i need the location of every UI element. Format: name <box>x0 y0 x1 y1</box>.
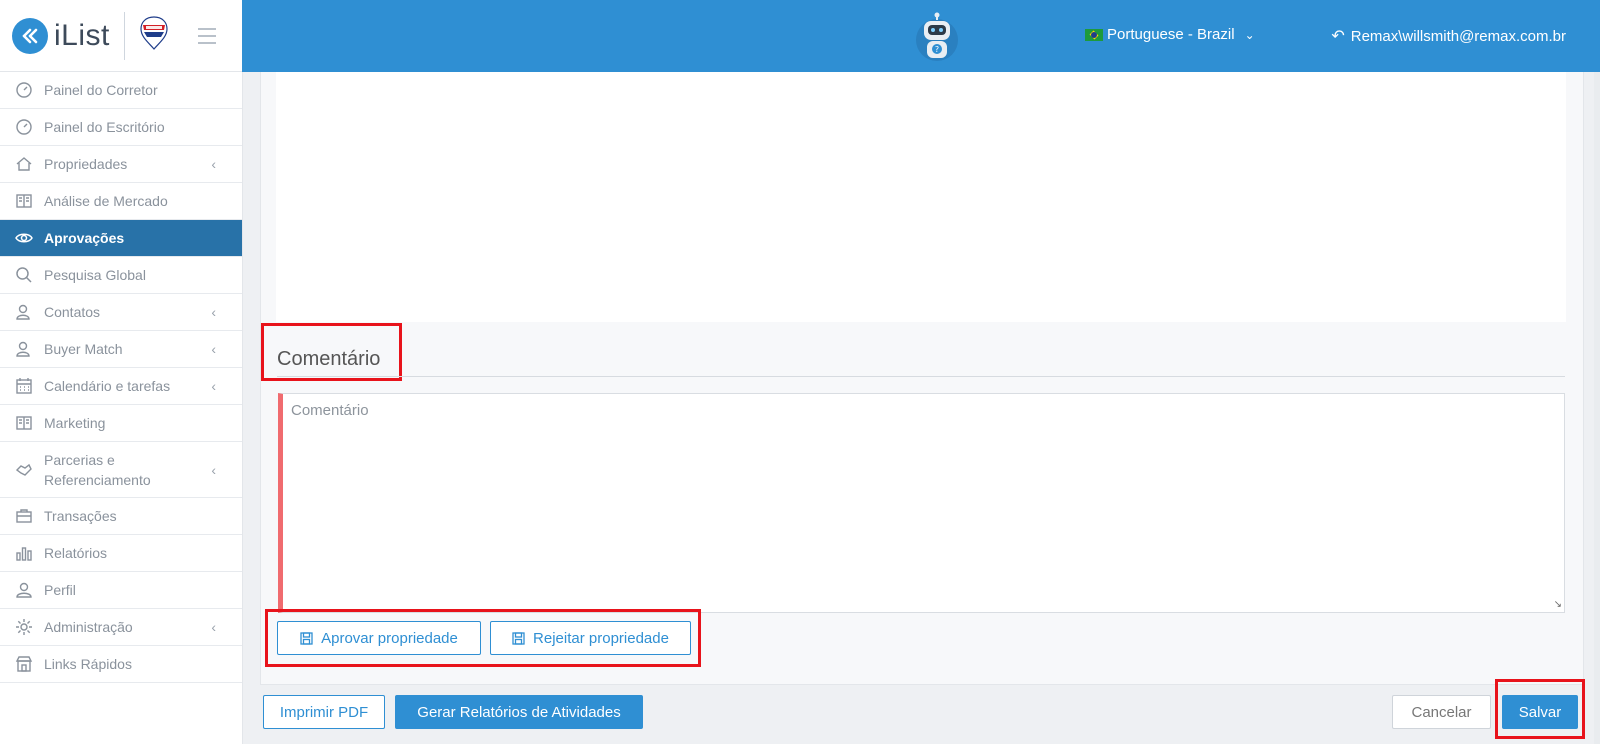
chevron-left-icon: ‹ <box>211 461 216 478</box>
sidebar-item-contatos[interactable]: Contatos ‹ <box>0 294 242 331</box>
sidebar-item-label: Parcerias e Referenciamento <box>44 451 151 488</box>
brand-name[interactable]: iList <box>54 19 110 53</box>
save-button[interactable]: Salvar <box>1502 695 1578 729</box>
generate-activity-report-button[interactable]: Gerar Relatórios de Atividades <box>395 695 643 729</box>
user-menu[interactable]: ↶ Remax\willsmith@remax.com.br <box>1331 26 1566 46</box>
sidebar-item-label: Relatórios <box>44 545 108 561</box>
user-icon <box>14 580 34 600</box>
sidebar-item-label: Perfil <box>44 582 76 598</box>
approve-property-label: Aprovar propriedade <box>321 629 458 647</box>
comment-field[interactable]: ↘ <box>278 393 1565 613</box>
sidebar-item-relatorios[interactable]: Relatórios <box>0 535 242 572</box>
language-label: Portuguese - Brazil <box>1107 26 1235 43</box>
sidebar-item-label: Pesquisa Global <box>44 267 146 283</box>
sidebar-item-label: Administração <box>44 619 133 635</box>
gauge-icon <box>14 80 34 100</box>
sidebar-item-label: Transações <box>44 508 117 524</box>
language-selector[interactable]: Portuguese - Brazil ⌄ <box>1085 26 1255 43</box>
sidebar: iList Painel do Corretor Painel do Escri… <box>0 0 243 744</box>
approval-card: Comentário ↘ Aprovar propriedade Rejeita… <box>260 72 1584 685</box>
resize-handle-icon[interactable]: ↘ <box>1554 599 1562 610</box>
briefcase-icon <box>14 506 34 526</box>
sidebar-item-label: Calendário e tarefas <box>44 378 171 394</box>
brazil-flag-icon <box>1085 28 1103 41</box>
robot-help-icon[interactable]: ? <box>914 12 960 62</box>
user-label: Remax\willsmith@remax.com.br <box>1350 27 1566 45</box>
reply-arrow-icon: ↶ <box>1331 28 1345 45</box>
sidebar-item-label: Propriedades <box>44 156 128 172</box>
handshake-icon <box>14 460 34 480</box>
comment-section-title: Comentário <box>277 348 381 370</box>
search-icon <box>14 265 34 285</box>
sidebar-item-analise-mercado[interactable]: Análise de Mercado <box>0 183 242 220</box>
sidebar-item-parcerias[interactable]: Parcerias e Referenciamento ‹ <box>0 442 242 498</box>
sidebar-item-pesquisa-global[interactable]: Pesquisa Global <box>0 257 242 294</box>
book-icon <box>14 413 34 433</box>
sidebar-item-label: Análise de Mercado <box>44 193 168 209</box>
sidebar-item-label: Links Rápidos <box>44 656 132 672</box>
sidebar-item-label: Contatos <box>44 304 101 320</box>
gear-icon <box>14 617 34 637</box>
brand-divider <box>123 11 125 60</box>
top-header: ? Portuguese - Brazil ⌄ ↶ Remax\willsmit… <box>242 0 1600 72</box>
generate-activity-report-label: Gerar Relatórios de Atividades <box>417 703 621 721</box>
sidebar-item-label: Marketing <box>44 415 106 431</box>
menu-toggle-icon[interactable] <box>198 28 216 49</box>
chevron-left-icon: ‹ <box>211 156 216 172</box>
remax-logo <box>139 15 169 56</box>
chevron-down-icon: ⌄ <box>1244 27 1255 42</box>
floppy-disk-icon <box>512 631 525 645</box>
chevron-left-icon: ‹ <box>211 619 216 635</box>
gauge-icon <box>14 117 34 137</box>
scrollbar[interactable] <box>1594 72 1600 744</box>
sidebar-item-administracao[interactable]: Administração ‹ <box>0 609 242 646</box>
brand-bar: iList <box>0 0 242 72</box>
reject-property-label: Rejeitar propriedade <box>533 629 669 647</box>
approve-property-button[interactable]: Aprovar propriedade <box>277 621 481 655</box>
print-pdf-label: Imprimir PDF <box>279 703 369 721</box>
content-panel <box>276 72 1566 322</box>
sidebar-item-buyer-match[interactable]: Buyer Match ‹ <box>0 331 242 368</box>
sidebar-item-propriedades[interactable]: Propriedades ‹ <box>0 146 242 183</box>
sidebar-item-transacoes[interactable]: Transações <box>0 498 242 535</box>
sidebar-item-aprovacoes[interactable]: Aprovações <box>0 220 242 257</box>
floppy-disk-icon <box>300 631 313 645</box>
comment-textarea[interactable] <box>283 394 1564 612</box>
users-icon <box>14 339 34 359</box>
sidebar-item-calendario[interactable]: Calendário e tarefas ‹ <box>0 368 242 405</box>
sidebar-item-label: Painel do Escritório <box>44 119 165 135</box>
calendar-icon <box>14 376 34 396</box>
sidebar-item-perfil[interactable]: Perfil <box>0 572 242 609</box>
sidebar-item-marketing[interactable]: Marketing <box>0 405 242 442</box>
section-divider <box>277 376 1565 377</box>
sidebar-item-painel-escritorio[interactable]: Painel do Escritório <box>0 109 242 146</box>
store-icon <box>14 654 34 674</box>
chevron-left-icon: ‹ <box>211 341 216 357</box>
print-pdf-button[interactable]: Imprimir PDF <box>263 695 385 729</box>
sidebar-item-links-rapidos[interactable]: Links Rápidos <box>0 646 242 683</box>
book-icon <box>14 191 34 211</box>
reject-property-button[interactable]: Rejeitar propriedade <box>490 621 691 655</box>
ilist-logo-icon[interactable] <box>12 17 48 54</box>
sidebar-item-label: Aprovações <box>44 230 125 246</box>
chevron-left-icon: ‹ <box>211 378 216 394</box>
sidebar-item-label: Buyer Match <box>44 341 123 357</box>
cancel-button[interactable]: Cancelar <box>1392 695 1491 729</box>
bar-chart-icon <box>14 543 34 563</box>
svg-text:?: ? <box>935 45 939 54</box>
save-label: Salvar <box>1518 703 1562 721</box>
eye-icon <box>14 228 34 248</box>
home-icon <box>14 154 34 174</box>
sidebar-item-painel-corretor[interactable]: Painel do Corretor <box>0 72 242 109</box>
contacts-icon <box>14 302 34 322</box>
sidebar-item-label: Painel do Corretor <box>44 82 158 98</box>
main-content: Comentário ↘ Aprovar propriedade Rejeita… <box>242 72 1600 744</box>
cancel-label: Cancelar <box>1411 703 1472 721</box>
chevron-left-icon: ‹ <box>211 304 216 320</box>
